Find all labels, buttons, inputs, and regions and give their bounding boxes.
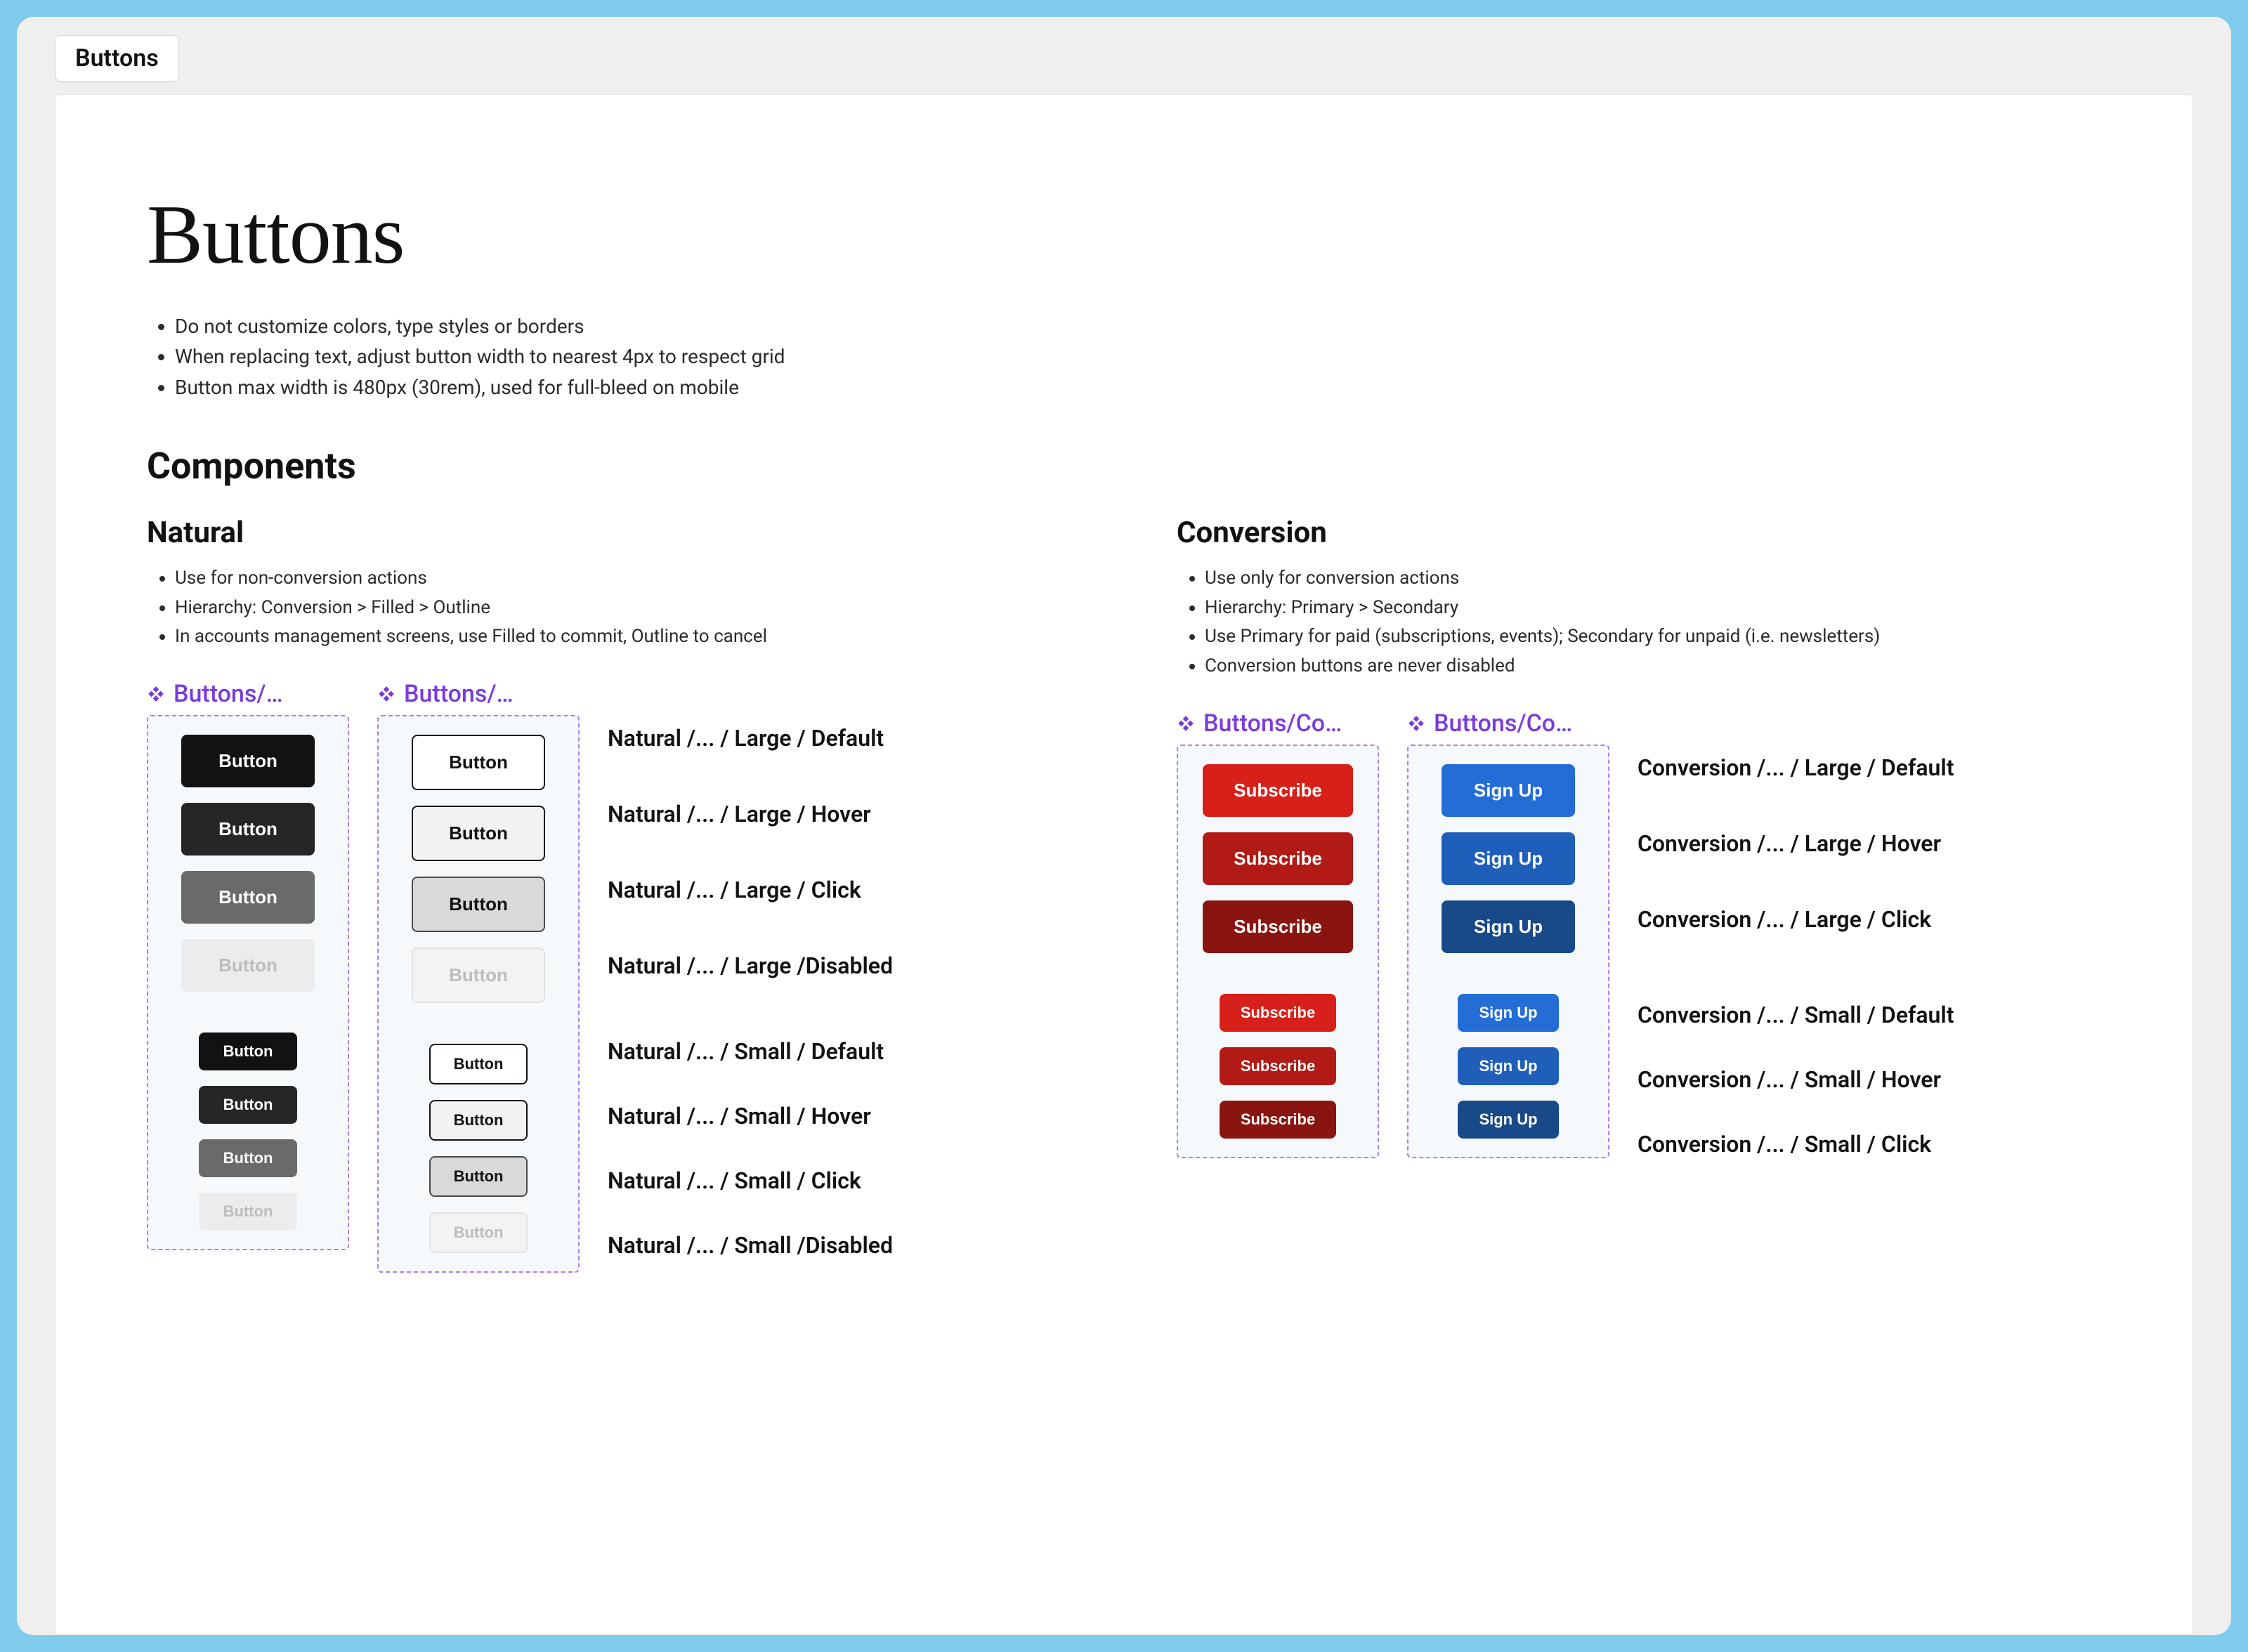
state-label: Conversion /... / Large / Hover	[1638, 830, 1954, 857]
component-label-text: Buttons/Co…	[1203, 709, 1342, 738]
state-label: Natural /... / Small / Hover	[608, 1103, 893, 1129]
component-label-text: Buttons/…	[174, 680, 283, 708]
state-label: Conversion /... / Small / Hover	[1638, 1066, 1954, 1093]
component-label[interactable]: Buttons/Co…	[1407, 709, 1609, 738]
button-subscribe-small-hover[interactable]: Subscribe	[1220, 1047, 1336, 1085]
component-label[interactable]: Buttons/…	[377, 680, 574, 708]
button-signup-small-default[interactable]: Sign Up	[1458, 994, 1558, 1032]
state-label: Natural /... / Large /Disabled	[608, 952, 893, 979]
button-filled-small-disabled: Button	[199, 1193, 297, 1231]
state-label: Conversion /... / Large / Click	[1638, 906, 1954, 933]
button-outline-large-hover[interactable]: Button	[412, 806, 545, 861]
state-label: Natural /... / Small /Disabled	[608, 1232, 893, 1259]
conversion-secondary-tile: Sign Up Sign Up Sign Up Sign Up Sign Up …	[1407, 745, 1609, 1158]
natural-filled-tile: Button Button Button Button Button Butto…	[147, 715, 349, 1250]
button-signup-small-hover[interactable]: Sign Up	[1458, 1047, 1558, 1085]
page-title: Buttons	[147, 186, 2122, 283]
state-label: Natural /... / Large / Default	[608, 725, 893, 752]
button-outline-large-disabled: Button	[412, 948, 545, 1003]
button-filled-large-disabled: Button	[181, 939, 315, 992]
component-label[interactable]: Buttons/…	[147, 680, 344, 708]
note-item: In accounts management screens, use Fill…	[175, 622, 1092, 652]
component-label-text: Buttons/Co…	[1434, 709, 1572, 738]
canvas: Buttons Do not customize colors, type st…	[55, 94, 2193, 1635]
button-subscribe-small-click[interactable]: Subscribe	[1220, 1101, 1336, 1139]
page-chrome: Buttons Buttons Do not customize colors,…	[17, 17, 2231, 1635]
button-filled-large-hover[interactable]: Button	[181, 803, 315, 855]
guideline-item: When replacing text, adjust button width…	[175, 341, 2122, 372]
note-item: Conversion buttons are never disabled	[1205, 652, 2122, 681]
note-item: Use for non-conversion actions	[175, 564, 1092, 594]
state-label: Natural /... / Large / Hover	[608, 801, 893, 827]
button-subscribe-large-click[interactable]: Subscribe	[1203, 900, 1353, 953]
conversion-state-labels-large: Conversion /... / Large / Default Conver…	[1638, 709, 1954, 933]
button-outline-small-hover[interactable]: Button	[429, 1100, 528, 1141]
conversion-notes: Use only for conversion actions Hierarch…	[1177, 564, 2122, 681]
note-item: Use only for conversion actions	[1205, 564, 2122, 594]
natural-state-labels-small: Natural /... / Small / Default Natural /…	[608, 1028, 893, 1259]
guideline-item: Do not customize colors, type styles or …	[175, 311, 2122, 341]
component-icon	[147, 685, 165, 703]
note-item: Hierarchy: Primary > Secondary	[1205, 594, 2122, 623]
conversion-heading: Conversion	[1177, 516, 2122, 550]
conversion-primary-tile: Subscribe Subscribe Subscribe Subscribe …	[1177, 745, 1379, 1158]
design-tab[interactable]: Buttons	[55, 35, 179, 81]
note-item: Hierarchy: Conversion > Filled > Outline	[175, 594, 1092, 623]
button-signup-small-click[interactable]: Sign Up	[1458, 1101, 1558, 1139]
conversion-section: Conversion Use only for conversion actio…	[1177, 516, 2122, 1273]
natural-heading: Natural	[147, 516, 1092, 550]
button-outline-large-default[interactable]: Button	[412, 735, 545, 790]
natural-section: Natural Use for non-conversion actions H…	[147, 516, 1092, 1273]
component-icon	[1407, 714, 1425, 733]
button-outline-small-disabled: Button	[429, 1212, 528, 1253]
button-signup-large-hover[interactable]: Sign Up	[1442, 832, 1575, 885]
button-outline-small-click[interactable]: Button	[429, 1156, 528, 1197]
state-label: Conversion /... / Large / Default	[1638, 754, 1954, 781]
component-icon	[1177, 714, 1195, 733]
note-item: Use Primary for paid (subscriptions, eve…	[1205, 622, 2122, 652]
button-subscribe-large-default[interactable]: Subscribe	[1203, 764, 1353, 817]
app-viewport: Buttons Buttons Do not customize colors,…	[0, 0, 2248, 1652]
button-filled-small-default[interactable]: Button	[199, 1032, 297, 1070]
button-outline-small-default[interactable]: Button	[429, 1044, 528, 1084]
guidelines-list: Do not customize colors, type styles or …	[147, 311, 2122, 402]
button-subscribe-small-default[interactable]: Subscribe	[1220, 994, 1336, 1032]
component-label[interactable]: Buttons/Co…	[1177, 709, 1379, 738]
state-label: Natural /... / Small / Click	[608, 1167, 893, 1194]
guideline-item: Button max width is 480px (30rem), used …	[175, 372, 2122, 402]
natural-notes: Use for non-conversion actions Hierarchy…	[147, 564, 1092, 652]
conversion-state-labels-small: Conversion /... / Small / Default Conver…	[1638, 988, 1954, 1158]
button-outline-large-click[interactable]: Button	[412, 877, 545, 932]
button-filled-small-click[interactable]: Button	[199, 1139, 297, 1177]
state-label: Natural /... / Small / Default	[608, 1038, 893, 1065]
component-label-text: Buttons/…	[404, 680, 514, 708]
natural-outline-tile: Button Button Button Button Button Butto…	[377, 715, 580, 1273]
button-subscribe-large-hover[interactable]: Subscribe	[1203, 832, 1353, 885]
state-label: Natural /... / Large / Click	[608, 877, 893, 903]
components-heading: Components	[147, 445, 2122, 487]
button-filled-large-click[interactable]: Button	[181, 871, 315, 924]
state-label: Conversion /... / Small / Click	[1638, 1131, 1954, 1158]
button-filled-small-hover[interactable]: Button	[199, 1086, 297, 1124]
button-signup-large-click[interactable]: Sign Up	[1442, 900, 1575, 953]
button-signup-large-default[interactable]: Sign Up	[1442, 764, 1575, 817]
state-label: Conversion /... / Small / Default	[1638, 1002, 1954, 1028]
component-icon	[377, 685, 396, 703]
button-filled-large-default[interactable]: Button	[181, 735, 315, 787]
natural-state-labels-large: Natural /... / Large / Default Natural /…	[608, 680, 893, 979]
